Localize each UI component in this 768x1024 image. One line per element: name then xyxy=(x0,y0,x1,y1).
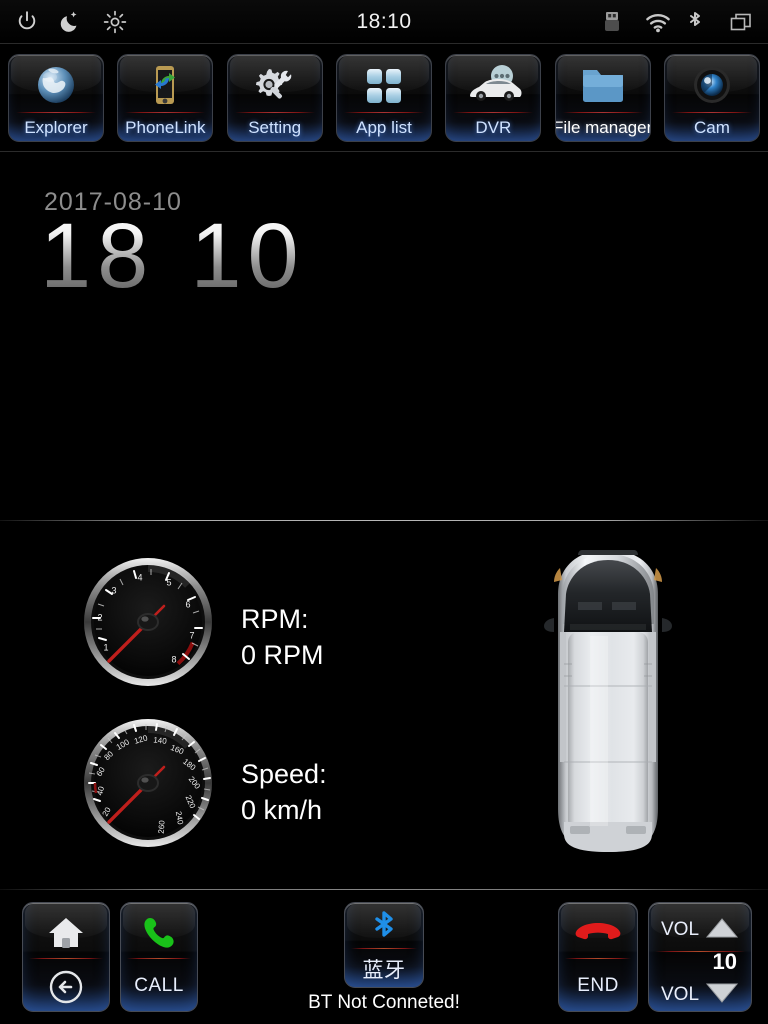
volume-up-button[interactable]: VOL xyxy=(649,909,751,951)
bluetooth-button[interactable]: 蓝牙 xyxy=(344,902,424,988)
bluetooth-label: 蓝牙 xyxy=(362,959,406,982)
grid-apps-icon xyxy=(337,59,431,111)
app-tile-explorer[interactable]: Explorer xyxy=(8,54,104,142)
gear-wrench-icon xyxy=(228,59,322,111)
app-label-file-manager: File manager xyxy=(554,118,651,137)
volume-down-label: VOL xyxy=(661,984,700,1005)
top-view-van-illustration xyxy=(520,536,696,866)
status-bar-right-icons xyxy=(602,0,754,44)
rpm-value: 0 RPM xyxy=(241,639,324,670)
svg-text:260: 260 xyxy=(157,819,167,833)
tile-divider xyxy=(234,112,315,113)
rpm-title: RPM: xyxy=(241,604,309,634)
tile-divider xyxy=(671,112,752,113)
app-label-cam: Cam xyxy=(694,118,730,137)
app-tile-dvr[interactable]: DVR xyxy=(445,54,542,142)
vehicle-panel: 123 456 78 xyxy=(0,521,768,889)
tile-divider xyxy=(343,112,424,113)
home-button[interactable] xyxy=(22,902,110,1012)
folder-icon xyxy=(556,59,650,111)
app-label-explorer: Explorer xyxy=(24,118,88,137)
bluetooth-status-text: BT Not Conneted! xyxy=(308,992,460,1013)
triangle-down-icon[interactable] xyxy=(705,982,739,1009)
svg-text:140: 140 xyxy=(153,735,168,745)
bluetooth-icon xyxy=(345,907,423,949)
svg-text:1: 1 xyxy=(103,642,108,652)
app-tile-app-list[interactable]: App list xyxy=(335,54,432,142)
usb-icon[interactable] xyxy=(602,9,628,35)
clock-minutes: 10 xyxy=(190,205,305,307)
recent-apps-icon[interactable] xyxy=(728,9,754,35)
end-label: END xyxy=(577,975,619,996)
back-arrow-icon[interactable] xyxy=(23,963,109,1011)
end-call-button[interactable]: END xyxy=(558,902,638,1012)
app-tile-file-manager[interactable]: File manager xyxy=(554,54,651,142)
triangle-up-icon[interactable] xyxy=(705,917,739,944)
globe-icon xyxy=(9,59,103,111)
rpm-readout: RPM: 0 RPM xyxy=(241,602,324,673)
app-dock: Explorer PhoneLink Setting App list DVR … xyxy=(0,45,768,152)
phone-end-icon xyxy=(559,909,637,957)
app-label-setting: Setting xyxy=(248,118,302,137)
big-clock: 18 10 xyxy=(40,210,305,302)
camera-lens-icon xyxy=(665,59,759,111)
clock-hours: 18 xyxy=(40,205,155,307)
tile-divider xyxy=(565,958,631,959)
svg-text:4: 4 xyxy=(137,572,142,582)
speedometer-gauge: 20 40 60 80 100 120 140 160 180 200 220 … xyxy=(82,717,214,854)
volume-control[interactable]: VOL 10 VOL xyxy=(648,902,752,1012)
svg-text:7: 7 xyxy=(189,630,194,640)
phonelink-icon xyxy=(118,59,212,111)
app-tile-cam[interactable]: Cam xyxy=(663,54,760,142)
phone-call-icon xyxy=(121,909,197,957)
tachometer-gauge: 123 456 78 xyxy=(82,556,214,693)
call-button[interactable]: CALL xyxy=(120,902,198,1012)
volume-level: 10 xyxy=(712,949,737,974)
car-camera-icon xyxy=(446,59,540,111)
app-label-app-list: App list xyxy=(356,118,412,137)
bottom-bar: CALL 蓝牙 BT Not Conneted! END VOL 10 VOL xyxy=(0,890,768,1024)
call-label: CALL xyxy=(134,975,184,996)
clock-panel: 2017-08-10 18 10 xyxy=(0,152,768,520)
app-label-phonelink: PhoneLink xyxy=(125,118,206,137)
speed-title: Speed: xyxy=(241,759,327,789)
tile-divider xyxy=(125,112,206,113)
tile-divider xyxy=(453,112,534,113)
tile-divider xyxy=(29,958,103,959)
status-bar: 18:10 xyxy=(0,0,768,44)
speed-readout: Speed: 0 km/h xyxy=(241,757,327,828)
volume-up-label: VOL xyxy=(661,919,700,940)
volume-down-button[interactable]: VOL xyxy=(649,975,751,1011)
wifi-icon[interactable] xyxy=(644,9,670,35)
svg-text:8: 8 xyxy=(171,654,176,664)
app-label-dvr: DVR xyxy=(475,118,512,137)
app-tile-phonelink[interactable]: PhoneLink xyxy=(117,54,214,142)
tile-divider xyxy=(562,112,643,113)
app-tile-setting[interactable]: Setting xyxy=(226,54,323,142)
tile-divider xyxy=(16,112,96,113)
home-icon xyxy=(23,909,109,957)
speed-value: 0 km/h xyxy=(241,794,323,825)
tile-divider xyxy=(127,958,191,959)
tile-divider xyxy=(351,948,417,949)
bluetooth-icon[interactable] xyxy=(686,9,712,35)
